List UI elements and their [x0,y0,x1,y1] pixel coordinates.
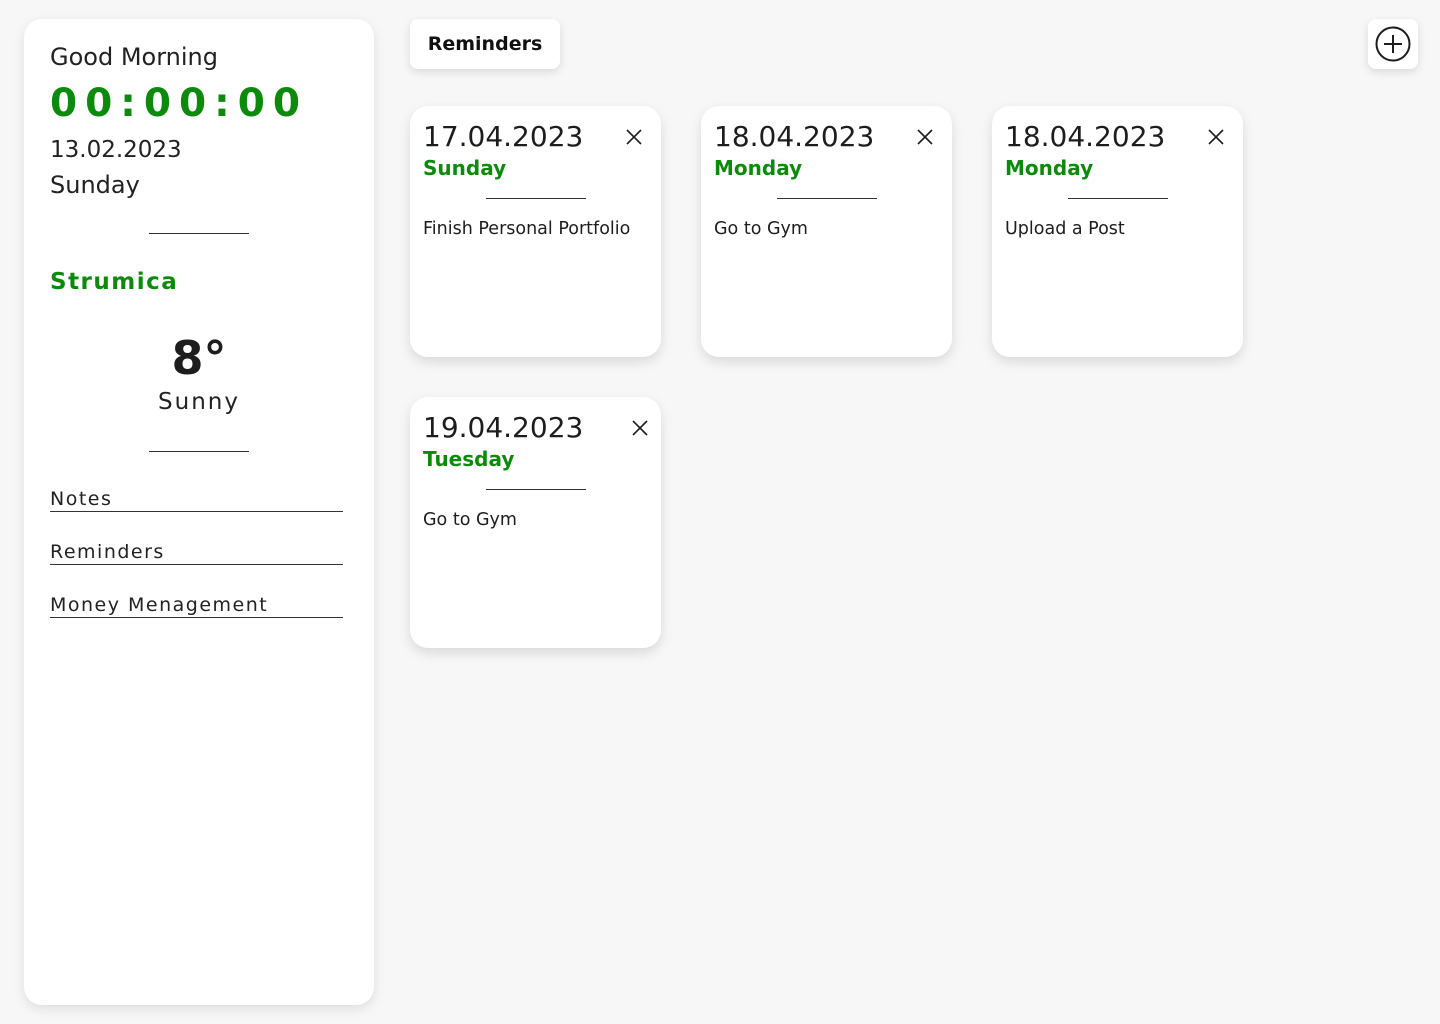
nav-link-notes[interactable]: Notes [50,488,343,512]
reminder-title: Go to Gym [423,510,517,530]
reminder-divider [486,489,586,490]
reminder-divider [486,198,586,199]
tab-reminders[interactable]: Reminders [410,19,560,69]
reminder-card: 18.04.2023 Monday Go to Gym [701,106,952,357]
close-icon[interactable] [631,419,649,437]
close-icon[interactable] [625,128,643,146]
add-reminder-button[interactable] [1368,19,1418,69]
reminder-title: Finish Personal Portfolio [423,219,631,239]
sidebar-divider [149,233,249,234]
reminder-date: 17.04.2023 [423,120,584,153]
sidebar-divider [149,451,249,452]
reminder-date: 18.04.2023 [714,120,875,153]
reminder-date: 19.04.2023 [423,411,584,444]
weather-condition: Sunny [158,389,240,415]
reminder-card: 18.04.2023 Monday Upload a Post [992,106,1243,357]
nav-link-money-management[interactable]: Money Menagement [50,594,343,618]
reminder-day: Monday [1005,156,1094,180]
weather-temperature: 8° [171,331,227,385]
current-date: 13.02.2023 [50,137,182,163]
reminder-day: Monday [714,156,803,180]
reminder-day: Tuesday [423,447,515,471]
reminder-card: 19.04.2023 Tuesday Go to Gym [410,397,661,648]
close-icon[interactable] [916,128,934,146]
reminder-card: 17.04.2023 Sunday Finish Personal Portfo… [410,106,661,357]
reminder-date: 18.04.2023 [1005,120,1166,153]
reminder-divider [777,198,877,199]
plus-circle-icon [1375,26,1411,62]
reminder-title: Upload a Post [1005,219,1125,239]
clock-display: 00:00:00 [50,81,309,126]
reminder-divider [1068,198,1168,199]
weather-city: Strumica [50,269,179,295]
current-day: Sunday [50,171,140,199]
reminder-day: Sunday [423,156,507,180]
close-icon[interactable] [1207,128,1225,146]
reminder-title: Go to Gym [714,219,808,239]
greeting-text: Good Morning [50,43,218,71]
sidebar-panel: Good Morning 00:00:00 13.02.2023 Sunday … [24,19,374,1005]
nav-link-reminders[interactable]: Reminders [50,541,343,565]
